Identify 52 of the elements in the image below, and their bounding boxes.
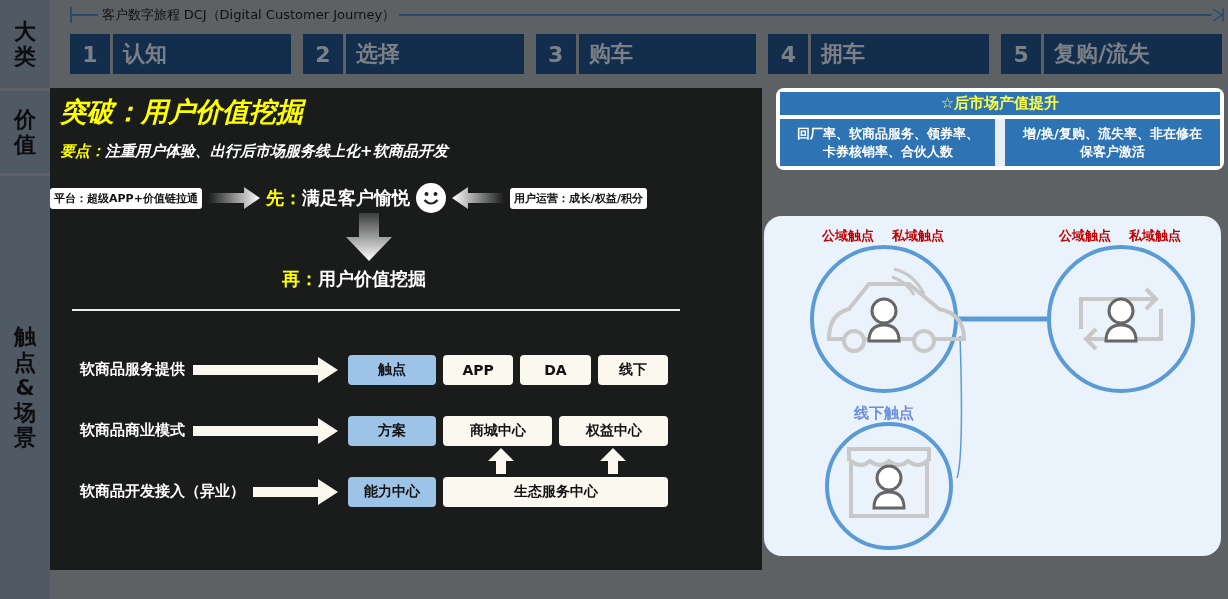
right-arrow-icon bbox=[253, 478, 338, 505]
stage-number: 5 bbox=[1001, 34, 1042, 74]
stage-name: 认知 bbox=[113, 34, 291, 74]
module-box: 商城中心 bbox=[443, 415, 552, 446]
aftermarket-metric: 回厂率、软商品服务、领券率、卡券核销率、合伙人数 bbox=[780, 119, 995, 166]
down-arrow-icon bbox=[346, 213, 392, 261]
aftermarket-metric: 增/换/复购、流失率、非在修在保客户激活 bbox=[1005, 119, 1220, 166]
module-box: 能力中心 bbox=[348, 476, 436, 507]
module-box: APP bbox=[443, 354, 514, 385]
stage-number: 1 bbox=[70, 34, 110, 74]
up-arrow-icon bbox=[488, 447, 514, 474]
smiley-icon bbox=[415, 183, 446, 213]
first-label: 先： bbox=[265, 187, 302, 208]
stage-number: 3 bbox=[535, 34, 576, 74]
stage-number: 4 bbox=[768, 34, 809, 74]
module-box: 生态服务中心 bbox=[443, 476, 668, 507]
operation-tag: 用户运营：成长/权益/积分 bbox=[509, 187, 647, 209]
first-text: 满足客户愉悦 bbox=[301, 187, 410, 208]
stage-name: 购车 bbox=[578, 34, 757, 74]
journey-title: 客户数字旅程 DCJ（Digital Customer Journey） bbox=[100, 6, 397, 24]
row-header: 触点&场景 bbox=[0, 176, 50, 599]
private-touchpoint-label: 私域触点 bbox=[1129, 227, 1181, 245]
module-box: DA bbox=[520, 354, 591, 385]
module-box: 方案 bbox=[348, 415, 436, 446]
key-label: 要点： bbox=[60, 142, 105, 160]
row-label: 软商品商业模式 bbox=[80, 421, 185, 440]
stage-name: 复购/流失 bbox=[1044, 34, 1222, 74]
right-arrow-icon bbox=[207, 187, 260, 209]
stage-number: 2 bbox=[302, 34, 343, 74]
row-label: 软商品开发接入（异业） bbox=[80, 482, 245, 501]
module-box: 触点 bbox=[348, 354, 436, 385]
public-touchpoint-label: 公域触点 bbox=[822, 227, 874, 245]
then-text: 用户价值挖掘 bbox=[318, 268, 426, 289]
then-label: 再： bbox=[282, 268, 318, 289]
row-header: 价值 bbox=[0, 91, 50, 173]
row-header: 大类 bbox=[0, 0, 50, 88]
right-arrow-icon bbox=[193, 417, 338, 444]
stage-name: 选择 bbox=[345, 34, 524, 74]
aftermarket-title: ☆后市场产值提升 bbox=[780, 92, 1220, 115]
left-arrow-icon bbox=[451, 187, 504, 209]
row-label: 软商品服务提供 bbox=[80, 360, 185, 379]
public-touchpoint-label: 公域触点 bbox=[1059, 227, 1111, 245]
arrow-head-icon bbox=[1212, 7, 1224, 23]
up-arrow-icon bbox=[600, 447, 626, 474]
module-box: 权益中心 bbox=[559, 415, 668, 446]
module-box: 线下 bbox=[597, 354, 668, 385]
platform-tag: 平台：超级APP+价值链拉通 bbox=[50, 187, 202, 209]
key-text: 注重用户体验、出行后市场服务线上化+软商品开发 bbox=[105, 142, 448, 160]
stage-name: 拥车 bbox=[811, 34, 990, 74]
private-touchpoint-label: 私域触点 bbox=[892, 227, 944, 245]
right-arrow-icon bbox=[193, 356, 338, 383]
offline-touchpoint-label: 线下触点 bbox=[854, 404, 914, 423]
